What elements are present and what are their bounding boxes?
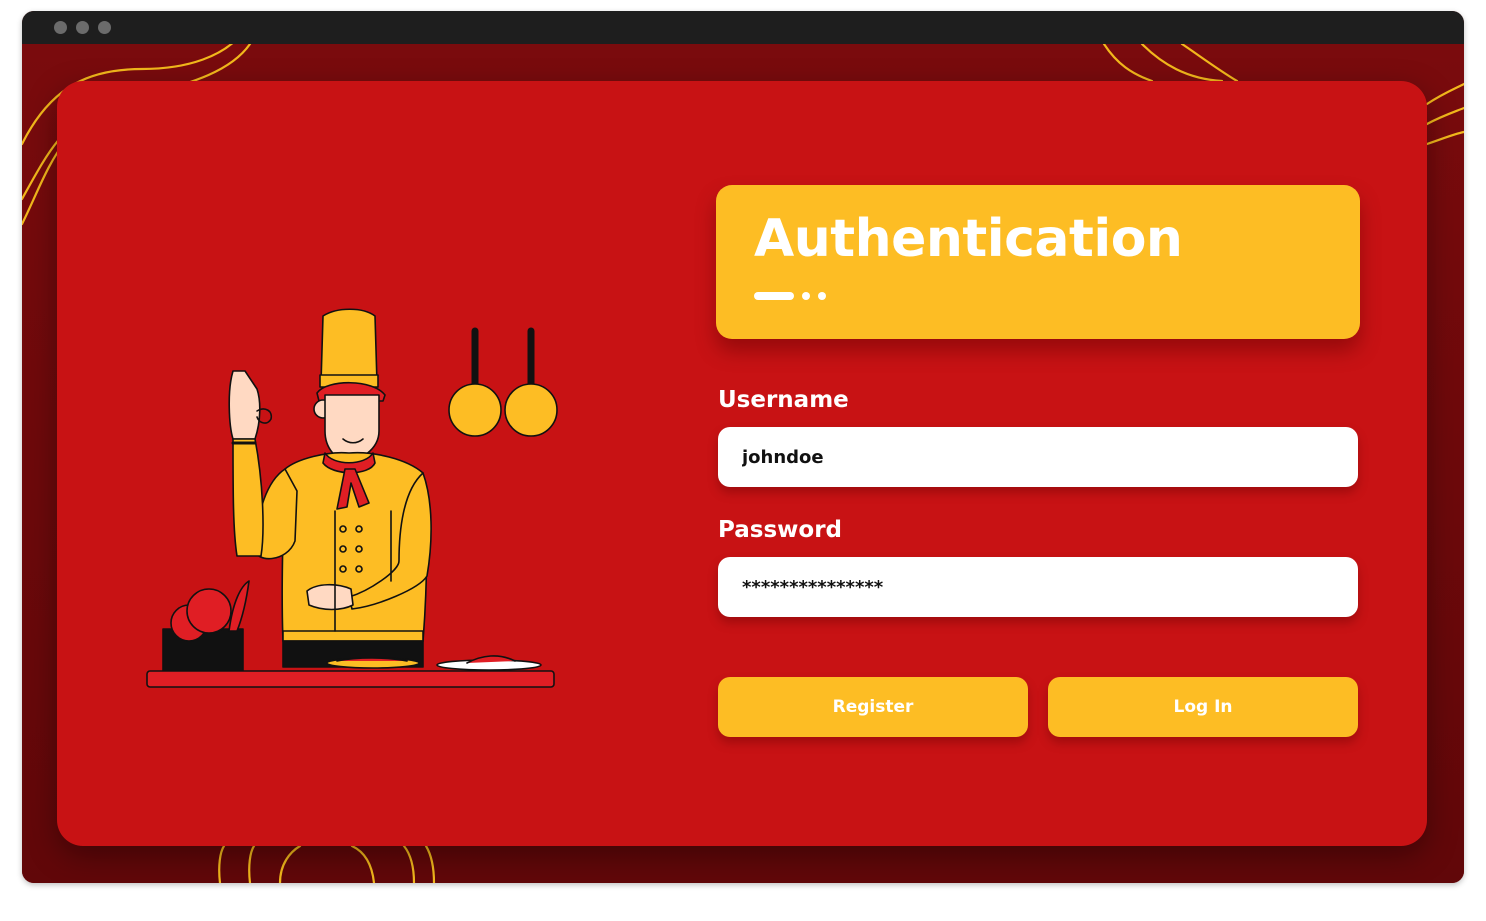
password-label: Password [718,517,842,543]
login-button[interactable]: Log In [1048,677,1358,737]
title-accent-dot [818,292,826,300]
username-input[interactable] [718,427,1358,487]
title-accent-dot [802,292,810,300]
page-background: Authentication Username Password Registe… [22,44,1464,883]
page-title: Authentication [754,209,1183,269]
window-control-dot[interactable] [76,21,89,34]
username-label: Username [718,387,849,413]
register-button[interactable]: Register [718,677,1028,737]
password-input[interactable] [718,557,1358,617]
chef-illustration [146,308,558,688]
auth-header-panel: Authentication [716,185,1360,339]
browser-window: Authentication Username Password Registe… [22,11,1464,883]
title-accent-dash [754,292,794,300]
window-control-dot[interactable] [98,21,111,34]
window-control-dot[interactable] [54,21,67,34]
auth-card: Authentication Username Password Registe… [57,81,1427,846]
title-bar [22,11,1464,44]
